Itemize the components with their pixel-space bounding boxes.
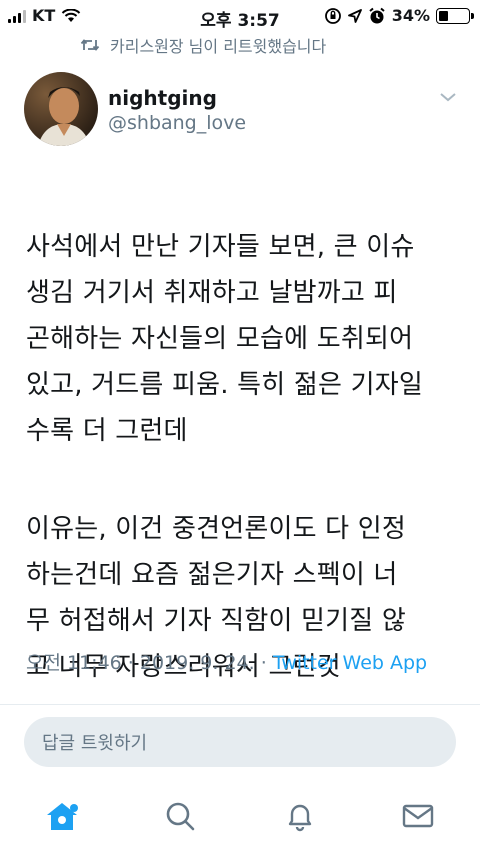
search-icon: [166, 802, 195, 831]
tab-bar: [0, 784, 480, 852]
avatar[interactable]: [24, 72, 98, 146]
author-handle[interactable]: @shbang_love: [108, 112, 246, 134]
orientation-lock-icon: [324, 7, 341, 24]
retweet-banner[interactable]: 카리스원장 님이 리트윗했습니다: [80, 32, 326, 58]
location-icon: [347, 8, 362, 23]
tab-notifications[interactable]: [280, 796, 320, 836]
divider: [0, 704, 480, 705]
tweet-paragraph-1: 사석에서 만난 기자들 보면, 큰 이슈 생김 거기서 취재하고 날밤까고 피 …: [26, 232, 423, 446]
tweet-source-link[interactable]: Twitter Web App: [273, 652, 427, 674]
notifications-icon: [288, 804, 312, 832]
battery-percent: 34%: [391, 6, 430, 25]
retweet-icon: [80, 39, 100, 51]
new-content-dot: [70, 804, 78, 812]
status-right: 34%: [324, 6, 474, 25]
reply-placeholder: 답글 트윗하기: [42, 733, 148, 754]
tweet-timestamp: 오전 11:46 · 2019. 9. 24. ·: [26, 652, 273, 674]
tab-messages[interactable]: [398, 796, 438, 836]
retweet-text: 카리스원장 님이 리트윗했습니다: [110, 37, 327, 56]
reply-input[interactable]: 답글 트윗하기: [24, 717, 456, 767]
tweet-meta: 오전 11:46 · 2019. 9. 24. · Twitter Web Ap…: [26, 648, 427, 675]
battery-icon: [436, 7, 474, 24]
chevron-down-icon[interactable]: [438, 90, 458, 104]
alarm-icon: [369, 7, 385, 23]
status-bar: KT 오후 3:57 34%: [0, 0, 480, 32]
author-name[interactable]: nightging: [108, 86, 217, 110]
messages-icon: [402, 804, 434, 828]
tab-home[interactable]: [42, 796, 82, 836]
tab-search[interactable]: [160, 796, 200, 836]
